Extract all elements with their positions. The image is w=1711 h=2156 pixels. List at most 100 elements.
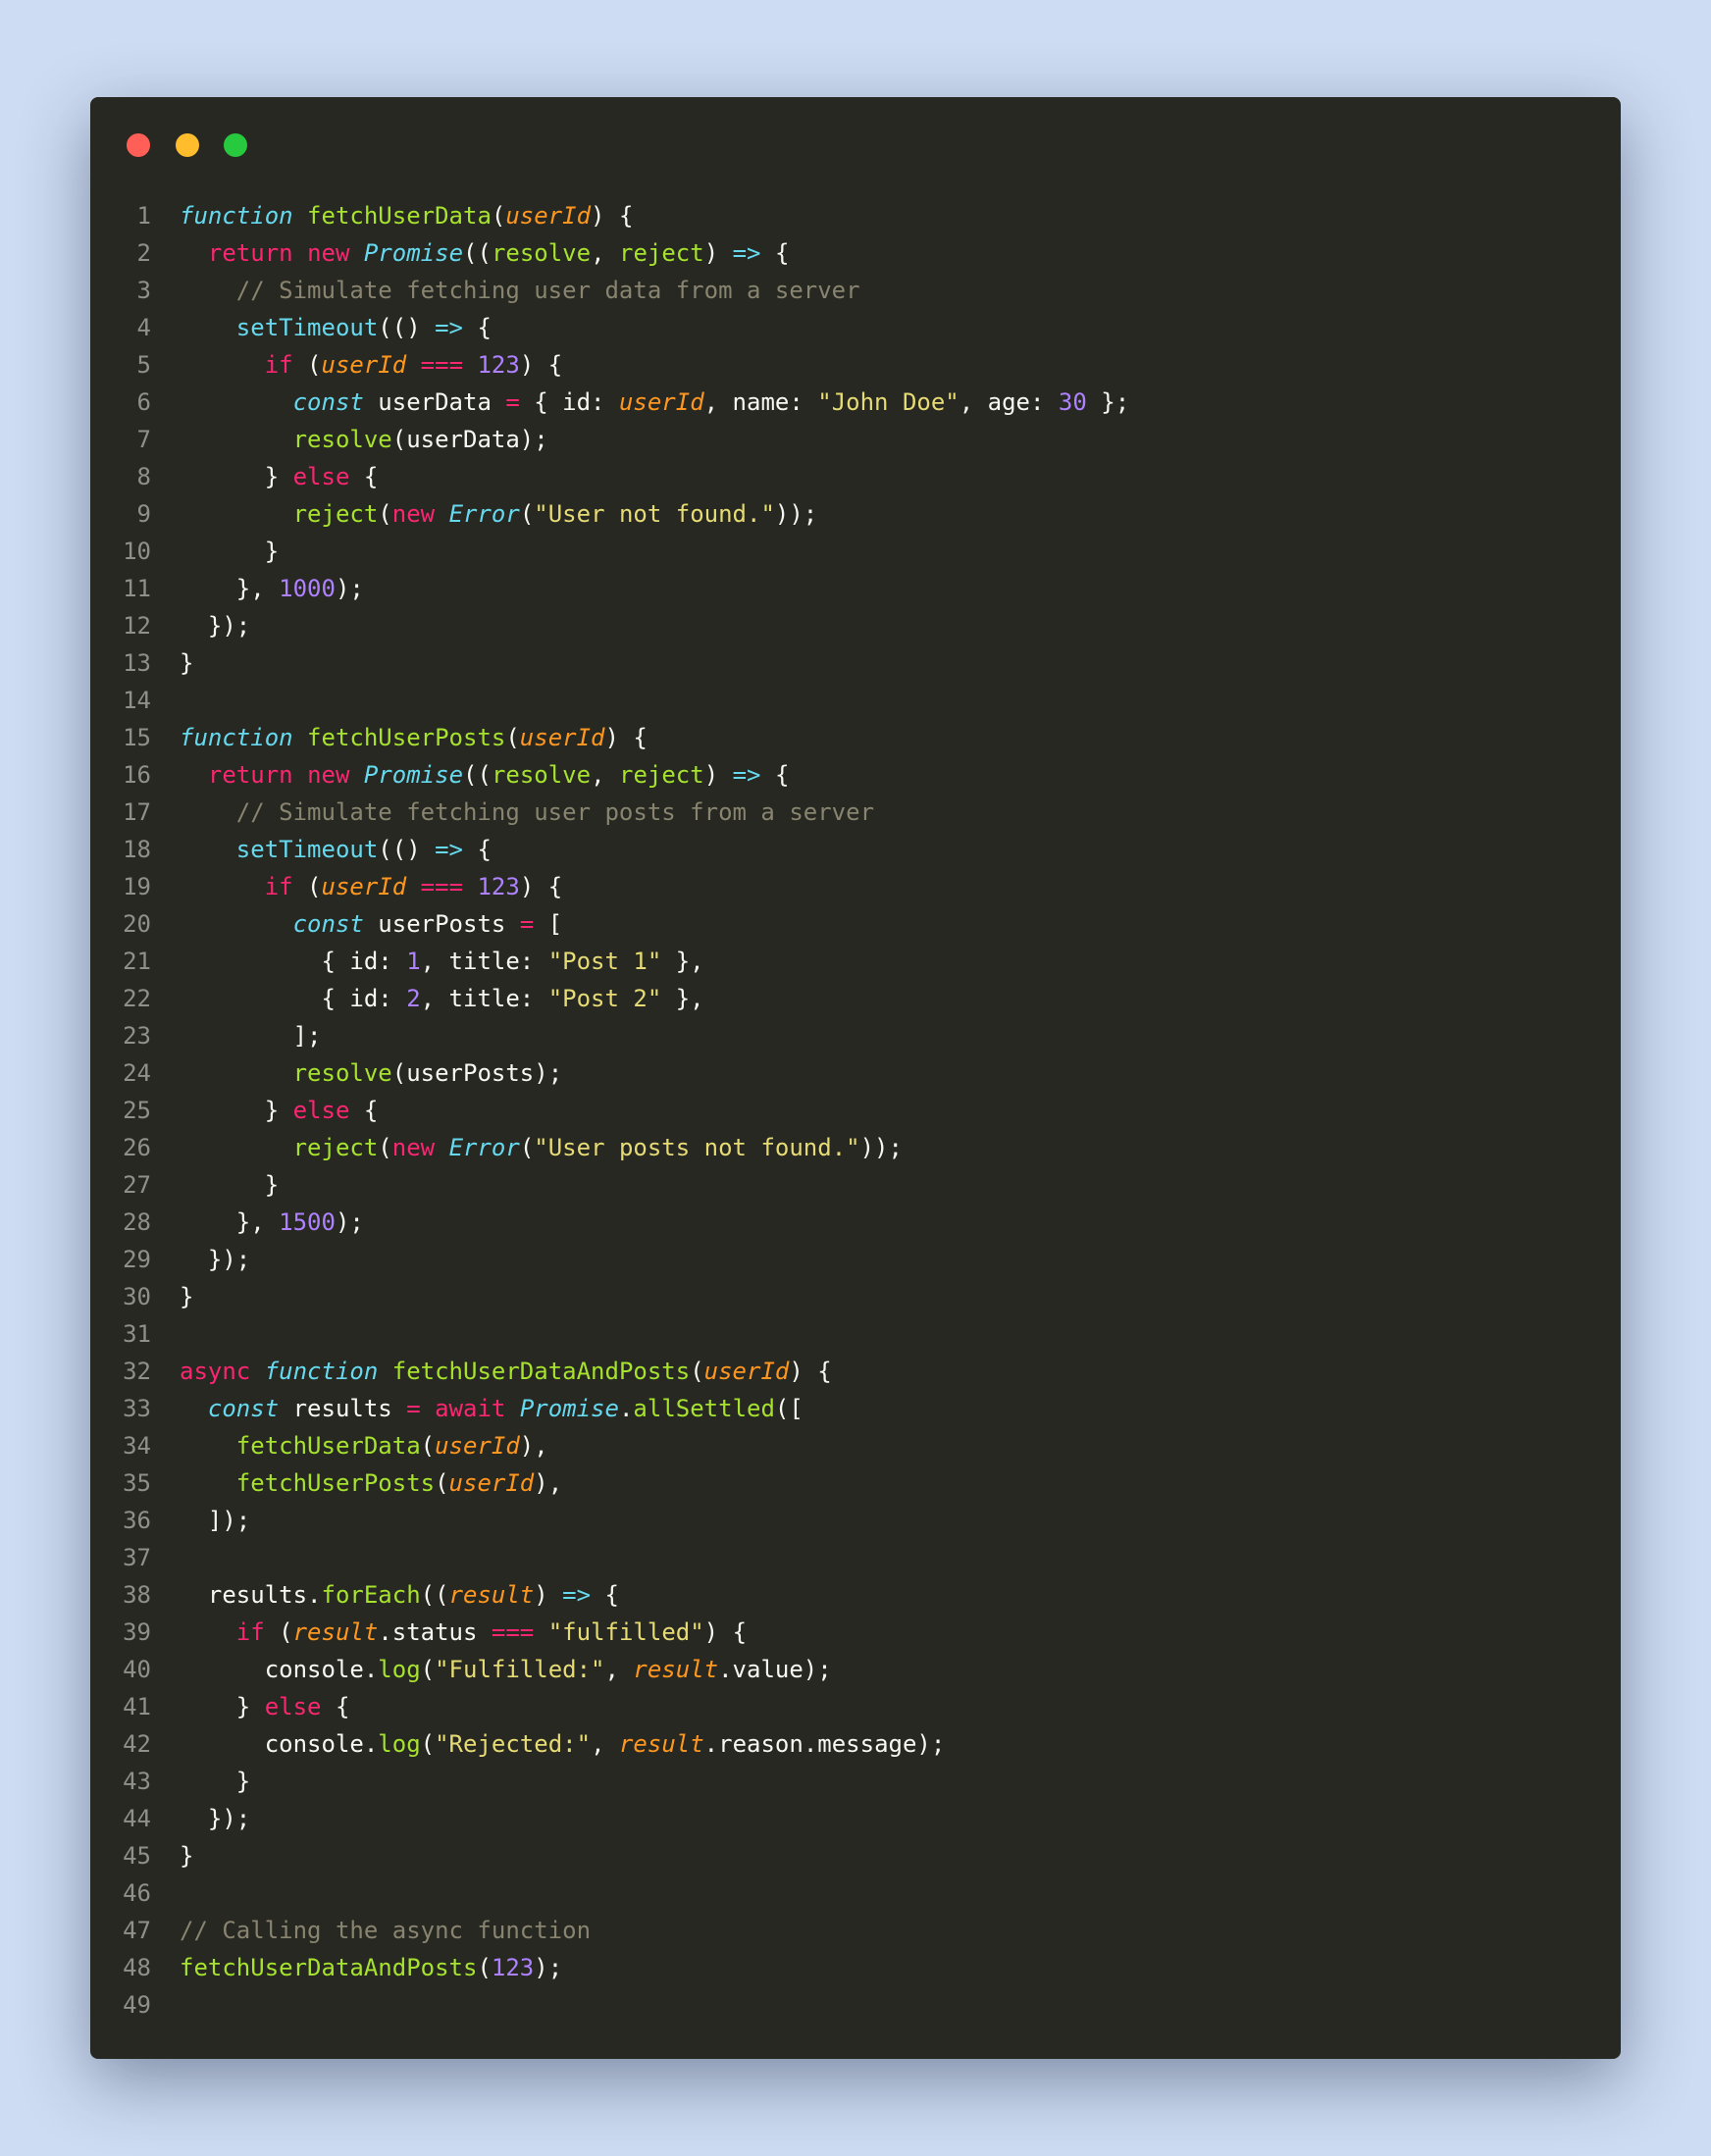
code-text: function fetchUserPosts(userId) { — [180, 724, 648, 751]
code-token: setTimeout — [235, 314, 379, 341]
code-token: allSettled — [633, 1395, 775, 1422]
code-text: const userPosts = [ — [180, 910, 563, 938]
line-number: 9 — [136, 500, 151, 528]
line-number: 6 — [136, 388, 151, 416]
code-line: 11 }, 1000); — [90, 570, 1621, 607]
code-token: => — [732, 239, 761, 267]
code-line: 13} — [90, 644, 1621, 682]
code-text: } — [180, 1842, 193, 1870]
line-number: 15 — [123, 724, 151, 751]
code-text: reject(new Error("User not found.")); — [180, 500, 818, 528]
code-line: 47 // Calling the async function — [90, 1912, 1621, 1949]
line-number: 14 — [123, 687, 151, 714]
line-number: 13 — [123, 649, 151, 677]
code-line: 49 — [90, 1986, 1621, 2024]
code-block: 1 function fetchUserData(userId) {2 retur… — [90, 197, 1621, 2024]
code-token: userId — [435, 1432, 520, 1460]
code-token: ( — [505, 724, 520, 751]
line-number: 5 — [136, 351, 151, 379]
code-line: 44 }); — [90, 1800, 1621, 1837]
code-token: ( — [690, 1358, 704, 1385]
code-text: return new Promise((resolve, reject) => … — [180, 761, 790, 789]
code-token: (( — [463, 239, 492, 267]
code-line: 31 — [90, 1315, 1621, 1353]
code-token: if — [264, 873, 293, 900]
code-token: 123 — [477, 873, 520, 900]
code-token: ) — [703, 761, 733, 789]
code-token: ( — [519, 1134, 535, 1161]
code-token: // Calling the async function — [180, 1917, 592, 1944]
code-line: 23 ]; — [90, 1017, 1621, 1054]
line-number: 39 — [123, 1618, 151, 1646]
code-text: resolve(userData); — [180, 426, 548, 453]
code-token: return — [207, 761, 293, 789]
code-line: 5 if (userId === 123) { — [90, 346, 1621, 384]
code-token: , — [604, 1656, 634, 1683]
code-text: // Calling the async function — [180, 1917, 591, 1944]
code-token: . — [618, 1395, 634, 1422]
minimize-dot-icon[interactable] — [175, 133, 199, 157]
code-token: ( — [292, 351, 322, 379]
code-line: 25 } else { — [90, 1092, 1621, 1129]
code-token: new — [307, 761, 350, 789]
code-token: ), — [519, 1432, 548, 1460]
code-text: if (result.status === "fulfilled") { — [180, 1618, 747, 1646]
code-token: 123 — [477, 351, 520, 379]
code-token: { — [760, 761, 790, 789]
code-token: } — [180, 1842, 194, 1870]
code-token: userId — [321, 873, 407, 900]
code-token: "fulfilled" — [547, 1618, 704, 1646]
code-token: ( — [435, 1469, 449, 1497]
line-number: 2 — [136, 239, 151, 267]
code-text: } — [180, 1768, 250, 1795]
code-token: fetchUserPosts — [235, 1469, 436, 1497]
code-token: 1000 — [279, 575, 336, 602]
close-dot-icon[interactable] — [127, 133, 150, 157]
line-number: 7 — [136, 426, 151, 453]
code-token: new — [391, 500, 436, 528]
code-line: 8 } else { — [90, 458, 1621, 495]
code-text: return new Promise((resolve, reject) => … — [180, 239, 790, 267]
code-token: => — [435, 314, 463, 341]
code-token: , — [591, 239, 619, 267]
code-token: ) — [534, 1581, 563, 1609]
code-text: fetchUserData(userId), — [180, 1432, 548, 1460]
code-token: userData — [363, 388, 506, 416]
code-token: , — [591, 1730, 619, 1758]
code-text: resolve(userPosts); — [180, 1059, 563, 1087]
code-token: console. — [180, 1656, 379, 1683]
line-number: 32 — [123, 1358, 151, 1385]
code-token: === — [491, 1618, 535, 1646]
code-token: , name: — [703, 388, 818, 416]
code-text: async function fetchUserDataAndPosts(use… — [180, 1358, 832, 1385]
code-token: = — [505, 388, 520, 416]
code-text: reject(new Error("User posts not found."… — [180, 1134, 903, 1161]
code-token: ([ — [774, 1395, 804, 1422]
code-line: 20 const userPosts = [ — [90, 905, 1621, 943]
maximize-dot-icon[interactable] — [224, 133, 248, 157]
line-number: 17 — [123, 798, 151, 826]
code-token: ) { — [591, 202, 634, 230]
code-token: ); — [534, 1954, 563, 1981]
code-token: else — [292, 1097, 350, 1124]
window-controls — [127, 133, 263, 157]
line-number: 20 — [123, 910, 151, 938]
code-line: 18 setTimeout(() => { — [90, 831, 1621, 868]
code-token: reject — [619, 761, 704, 789]
code-line: 32 async function fetchUserDataAndPosts(u… — [90, 1353, 1621, 1390]
code-token: )); — [774, 500, 818, 528]
code-token: if — [264, 351, 293, 379]
code-token: "User posts not found." — [534, 1134, 860, 1161]
